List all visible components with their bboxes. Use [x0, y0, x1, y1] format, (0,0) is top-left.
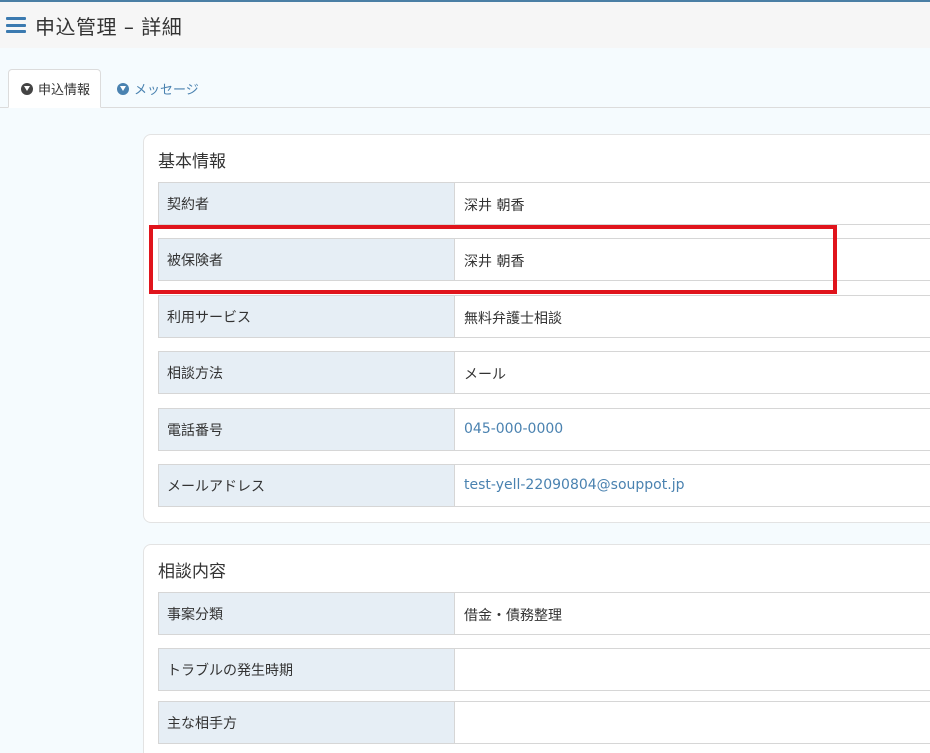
phone-link[interactable]: 045-000-0000 [455, 409, 930, 450]
row-value: 深井 朝香 [464, 198, 525, 214]
row-value [455, 702, 930, 743]
row-label: メールアドレス [159, 465, 455, 506]
row-value: 無料弁護士相談 [464, 311, 562, 327]
row-label: トラブルの発生時期 [159, 649, 455, 690]
row-service: 利用サービス 無料弁護士相談 [158, 295, 930, 338]
tab-label: メッセージ [134, 83, 199, 98]
row-label: 主な相手方 [159, 702, 455, 743]
row-phone: 電話番号 045-000-0000 [158, 408, 930, 451]
page-title: 申込管理 – 詳細 [35, 14, 183, 39]
row-label: 電話番号 [159, 409, 455, 450]
basic-info-panel: 基本情報 契約者 深井 朝香 被保険者 深井 朝香 利用サービス 無料弁護士相談… [143, 134, 930, 523]
circle-arrow-down-icon [21, 82, 33, 95]
row-consult-method: 相談方法 メール [158, 351, 930, 394]
row-value: 借金・債務整理 [464, 608, 562, 624]
row-label: 利用サービス [159, 296, 455, 337]
panel-title: 相談内容 [158, 562, 226, 582]
row-case-category: 事案分類 借金・債務整理 [158, 592, 930, 635]
circle-arrow-down-icon [117, 82, 129, 95]
page-header: 申込管理 – 詳細 [0, 2, 930, 48]
row-counterparty: 主な相手方 [158, 701, 930, 744]
hamburger-menu-icon[interactable] [6, 17, 26, 33]
email-link[interactable]: test-yell-22090804@souppot.jp [455, 465, 930, 506]
row-contractor: 契約者 深井 朝香 [158, 182, 930, 225]
row-email: メールアドレス test-yell-22090804@souppot.jp [158, 464, 930, 507]
tab-messages[interactable]: メッセージ [108, 69, 218, 108]
row-label: 事案分類 [159, 593, 455, 634]
row-value: メール [464, 367, 506, 383]
tab-application-info[interactable]: 申込情報 [8, 69, 101, 108]
row-value [455, 649, 930, 690]
highlight-box [149, 225, 837, 294]
row-label: 相談方法 [159, 352, 455, 393]
row-label: 契約者 [159, 183, 455, 224]
panel-title: 基本情報 [158, 152, 226, 172]
tab-label: 申込情報 [38, 83, 91, 98]
consultation-panel: 相談内容 事案分類 借金・債務整理 トラブルの発生時期 主な相手方 [143, 544, 930, 753]
row-trouble-date: トラブルの発生時期 [158, 648, 930, 691]
